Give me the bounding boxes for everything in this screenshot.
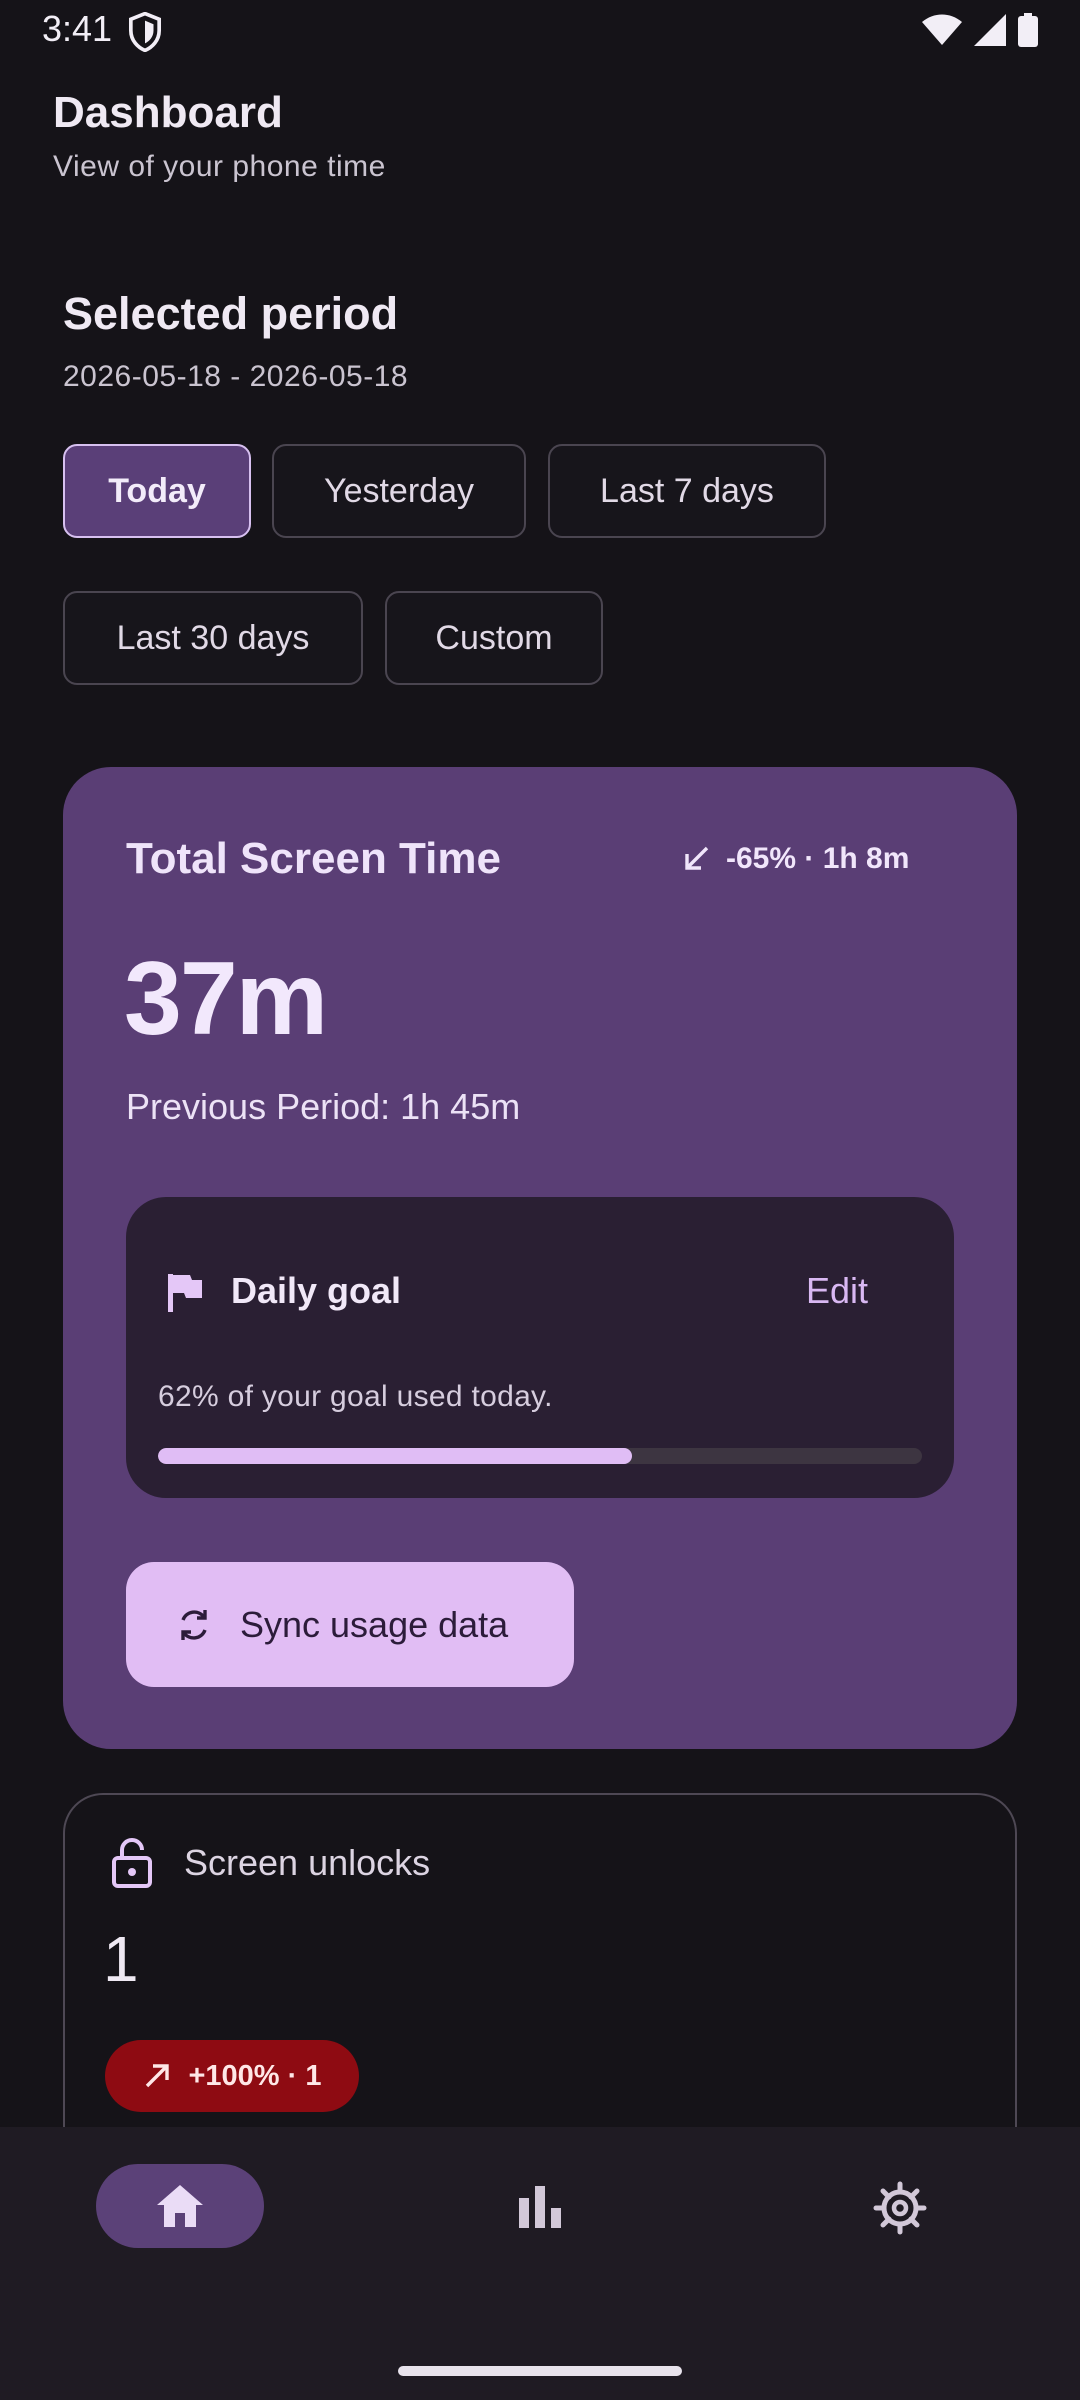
status-time: 3:41 [42, 8, 113, 49]
arrow-up-right-icon [146, 2064, 170, 2088]
lock-open-icon [112, 1838, 152, 1888]
nav-settings-button[interactable] [868, 2176, 932, 2240]
screen-unlocks-label: Screen unlocks [184, 1842, 431, 1883]
screen-time-value: 37m [124, 941, 328, 1057]
settings-icon [873, 2181, 927, 2235]
sync-usage-button[interactable]: Sync usage data [126, 1562, 574, 1687]
battery-icon [1018, 13, 1038, 47]
chip-today[interactable]: Today [63, 444, 251, 538]
chip-yesterday[interactable]: Yesterday [272, 444, 526, 538]
nav-stats-button[interactable] [510, 2176, 570, 2236]
screen-unlocks-value: 1 [103, 1923, 139, 1995]
daily-goal-title: Daily goal [231, 1270, 402, 1311]
chip-last-7-days[interactable]: Last 7 days [548, 444, 826, 538]
chip-custom[interactable]: Custom [385, 591, 603, 685]
unlocks-delta-label: +100% · 1 [188, 2059, 322, 2092]
status-icons [922, 12, 1038, 48]
period-range: 2026-05-18 - 2026-05-18 [63, 360, 409, 393]
arrow-down-left-icon [685, 846, 709, 870]
flag-icon [168, 1274, 202, 1312]
home-icon [157, 2185, 203, 2227]
screen-time-delta: -65% · 1h 8m [680, 842, 909, 876]
page-title: Dashboard [53, 88, 283, 137]
goal-usage-text: 62% of your goal used today. [158, 1380, 553, 1413]
signal-icon [974, 14, 1006, 46]
nav-home-button[interactable] [96, 2164, 264, 2248]
chip-last-30-days[interactable]: Last 30 days [63, 591, 363, 685]
home-indicator[interactable] [398, 2366, 682, 2376]
delta-label: -65% · 1h 8m [726, 842, 910, 875]
page-subtitle: View of your phone time [53, 150, 386, 183]
goal-progress-fill [158, 1448, 632, 1464]
previous-period: Previous Period: 1h 45m [126, 1086, 521, 1127]
sync-label: Sync usage data [240, 1603, 509, 1645]
wifi-icon [922, 14, 962, 45]
period-title: Selected period [63, 288, 399, 339]
unlocks-delta-badge: +100% · 1 [105, 2040, 359, 2112]
screen-time-title: Total Screen Time [126, 834, 501, 883]
shield-icon [128, 12, 162, 52]
sync-icon [181, 1609, 207, 1640]
bar-chart-icon [519, 2186, 561, 2228]
edit-goal-button[interactable]: Edit [806, 1270, 868, 1312]
goal-progress-bar [158, 1448, 922, 1464]
